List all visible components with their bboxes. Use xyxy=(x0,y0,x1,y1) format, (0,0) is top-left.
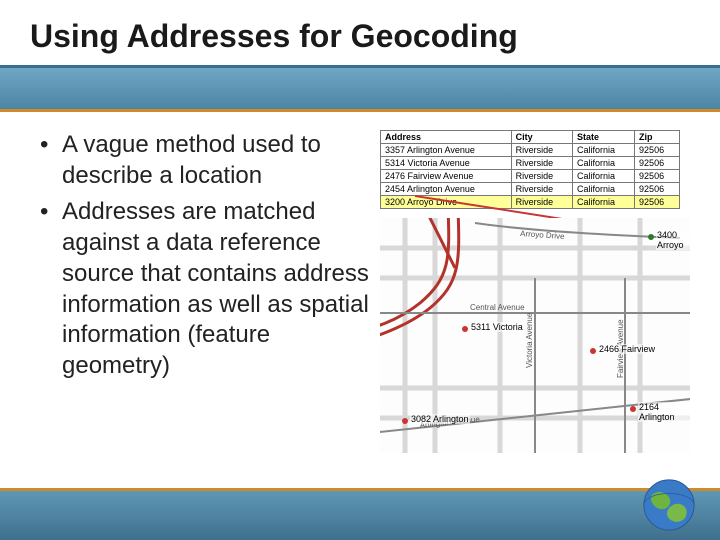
street-label: Central Avenue xyxy=(470,303,525,312)
figure-panel: Address City State Zip 3357 Arlington Av… xyxy=(380,130,700,460)
globe-icon xyxy=(640,476,698,534)
col-header: City xyxy=(511,131,572,144)
table-row: 2454 Arlington AvenueRiversideCalifornia… xyxy=(381,183,680,196)
col-header: Zip xyxy=(635,131,680,144)
map-marker xyxy=(462,326,468,332)
marker-label: 5311 Victoria xyxy=(470,322,524,332)
map-marker xyxy=(648,234,654,240)
table-row-highlighted: 3200 Arroyo DriveRiversideCalifornia9250… xyxy=(381,196,680,209)
bullet-list: A vague method used to describe a locati… xyxy=(40,130,370,460)
slide-title: Using Addresses for Geocoding xyxy=(0,0,720,65)
map-marker xyxy=(630,406,636,412)
map-marker xyxy=(590,348,596,354)
street-label: Arroyo Drive xyxy=(520,229,566,241)
table-row: 2476 Fairview AvenueRiversideCalifornia9… xyxy=(381,170,680,183)
marker-label: 2466 Fairview xyxy=(598,344,656,354)
bullet-item: Addresses are matched against a data ref… xyxy=(40,197,370,381)
marker-label: 3082 Arlington xyxy=(410,414,470,424)
footer-band xyxy=(0,488,720,540)
address-table: Address City State Zip 3357 Arlington Av… xyxy=(380,130,680,209)
marker-label: 3400 Arroyo xyxy=(656,230,690,250)
col-header: State xyxy=(572,131,634,144)
table-row: 3357 Arlington AvenueRiversideCalifornia… xyxy=(381,144,680,157)
bullet-item: A vague method used to describe a locati… xyxy=(40,130,370,191)
table-row: 5314 Victoria AvenueRiversideCalifornia9… xyxy=(381,157,680,170)
marker-label: 2164 Arlington xyxy=(638,402,690,422)
map-panel: Central Avenue Arlington Avenue Victoria… xyxy=(380,218,690,453)
header-band xyxy=(0,68,720,112)
col-header: Address xyxy=(381,131,512,144)
content-area: A vague method used to describe a locati… xyxy=(0,112,720,460)
street-label: Victoria Avenue xyxy=(525,312,534,368)
map-marker xyxy=(402,418,408,424)
